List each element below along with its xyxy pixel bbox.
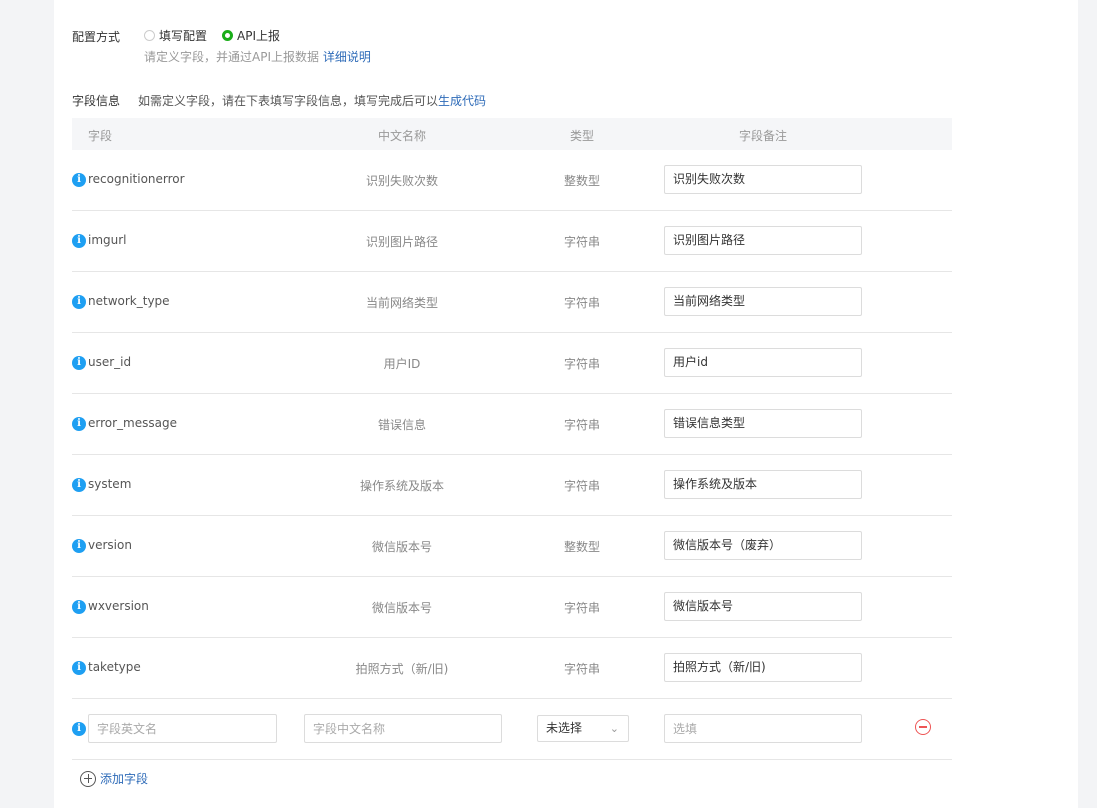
config-mode-label: 配置方式	[72, 30, 121, 44]
add-field-label: 添加字段	[100, 772, 149, 786]
field-key: network_type	[88, 294, 170, 308]
field-chinese-name: 识别图片路径	[365, 235, 438, 249]
chevron-down-icon: ⌄	[609, 722, 619, 735]
table-row: i error_message 错误信息 字符串 错误信息类型	[72, 394, 952, 455]
info-icon[interactable]: i	[72, 661, 86, 675]
table-row: i user_id 用户ID 字符串 用户id	[72, 333, 952, 394]
field-type: 字符串	[563, 235, 600, 249]
field-chinese-name: 识别失败次数	[365, 174, 438, 188]
header-note: 字段备注	[738, 129, 787, 143]
field-chinese-name: 当前网络类型	[365, 296, 438, 310]
header-type: 类型	[569, 129, 594, 143]
field-chinese-name: 微信版本号	[371, 601, 432, 615]
field-chinese-name: 错误信息	[377, 418, 426, 432]
table-row: i version 微信版本号 整数型 微信版本号（废弃）	[72, 516, 952, 577]
config-hint: 请定义字段，并通过API上报数据 详细说明	[144, 48, 371, 65]
field-hint-text: 如需定义字段，请在下表填写字段信息，填写完成后可以	[138, 94, 439, 108]
info-icon[interactable]: i	[72, 539, 86, 553]
table-row: i wxversion 微信版本号 字符串 微信版本号	[72, 577, 952, 638]
field-type: 字符串	[563, 357, 600, 371]
table-row: i taketype 拍照方式（新/旧) 字符串 拍照方式（新/旧)	[72, 638, 952, 699]
header-field: 字段	[88, 129, 113, 143]
info-icon[interactable]: i	[72, 478, 86, 492]
info-icon[interactable]: i	[72, 417, 86, 431]
field-key: error_message	[88, 416, 177, 430]
field-type: 字符串	[563, 296, 600, 310]
field-chinese-name: 拍照方式（新/旧)	[355, 662, 449, 676]
radio-checked-icon	[222, 30, 233, 41]
field-note-input[interactable]: 微信版本号	[664, 592, 862, 621]
field-note-input[interactable]: 用户id	[664, 348, 862, 377]
config-hint-text: 请定义字段，并通过API上报数据	[144, 50, 319, 64]
field-note-input[interactable]: 操作系统及版本	[664, 470, 862, 499]
table-row: i network_type 当前网络类型 字符串 当前网络类型	[72, 272, 952, 333]
field-note-input[interactable]: 识别图片路径	[664, 226, 862, 255]
field-type: 整数型	[563, 174, 600, 188]
field-chinese-name-input[interactable]	[304, 714, 502, 743]
field-key: taketype	[88, 660, 141, 674]
type-select[interactable]: 未选择 ⌄	[537, 715, 629, 742]
field-note-input[interactable]	[664, 714, 862, 743]
new-field-row: i 未选择 ⌄	[72, 699, 952, 760]
field-note-input[interactable]: 识别失败次数	[664, 165, 862, 194]
radio-label: API上报	[237, 29, 280, 43]
info-icon[interactable]: i	[72, 356, 86, 370]
field-type: 字符串	[563, 662, 600, 676]
add-field-button[interactable]: 添加字段	[80, 770, 148, 787]
cut-off-text	[72, 0, 472, 4]
radio-label: 填写配置	[159, 29, 208, 43]
table-row: i imgurl 识别图片路径 字符串 识别图片路径	[72, 211, 952, 272]
info-icon[interactable]: i	[72, 234, 86, 248]
field-key: imgurl	[88, 233, 127, 247]
field-type: 字符串	[563, 601, 600, 615]
field-key: recognitionerror	[88, 172, 185, 186]
header-chinese-name: 中文名称	[377, 129, 426, 143]
info-icon[interactable]: i	[72, 295, 86, 309]
radio-icon	[144, 30, 155, 41]
plus-circle-icon	[80, 770, 96, 787]
field-info-label: 字段信息	[72, 94, 121, 108]
info-icon[interactable]: i	[72, 722, 86, 736]
info-icon[interactable]: i	[72, 173, 86, 187]
generate-code-link[interactable]: 生成代码	[438, 94, 486, 108]
field-note-input[interactable]: 微信版本号（废弃）	[664, 531, 862, 560]
detail-link[interactable]: 详细说明	[323, 50, 371, 64]
table-row: i system 操作系统及版本 字符串 操作系统及版本	[72, 455, 952, 516]
field-key: user_id	[88, 355, 132, 369]
field-info-hint: 如需定义字段，请在下表填写字段信息，填写完成后可以生成代码	[138, 92, 486, 109]
type-select-value: 未选择	[546, 721, 583, 735]
field-key: version	[88, 538, 132, 552]
field-key: system	[88, 477, 132, 491]
field-note-input[interactable]: 错误信息类型	[664, 409, 862, 438]
field-chinese-name: 微信版本号	[371, 540, 432, 554]
field-note-input[interactable]: 拍照方式（新/旧)	[664, 653, 862, 682]
radio-fill-config[interactable]: 填写配置	[144, 27, 207, 44]
field-key: wxversion	[88, 599, 149, 613]
field-type: 字符串	[563, 479, 600, 493]
minus-circle-icon[interactable]	[915, 719, 931, 735]
table-header: 字段 中文名称 类型 字段备注	[72, 118, 952, 150]
field-chinese-name: 用户ID	[383, 357, 421, 371]
field-chinese-name: 操作系统及版本	[359, 479, 444, 493]
table-row: i recognitionerror 识别失败次数 整数型 识别失败次数	[72, 150, 952, 211]
field-english-name-input[interactable]	[88, 714, 277, 743]
field-type: 整数型	[563, 540, 600, 554]
info-icon[interactable]: i	[72, 600, 86, 614]
radio-api-report[interactable]: API上报	[222, 27, 280, 44]
field-note-input[interactable]: 当前网络类型	[664, 287, 862, 316]
field-type: 字符串	[563, 418, 600, 432]
